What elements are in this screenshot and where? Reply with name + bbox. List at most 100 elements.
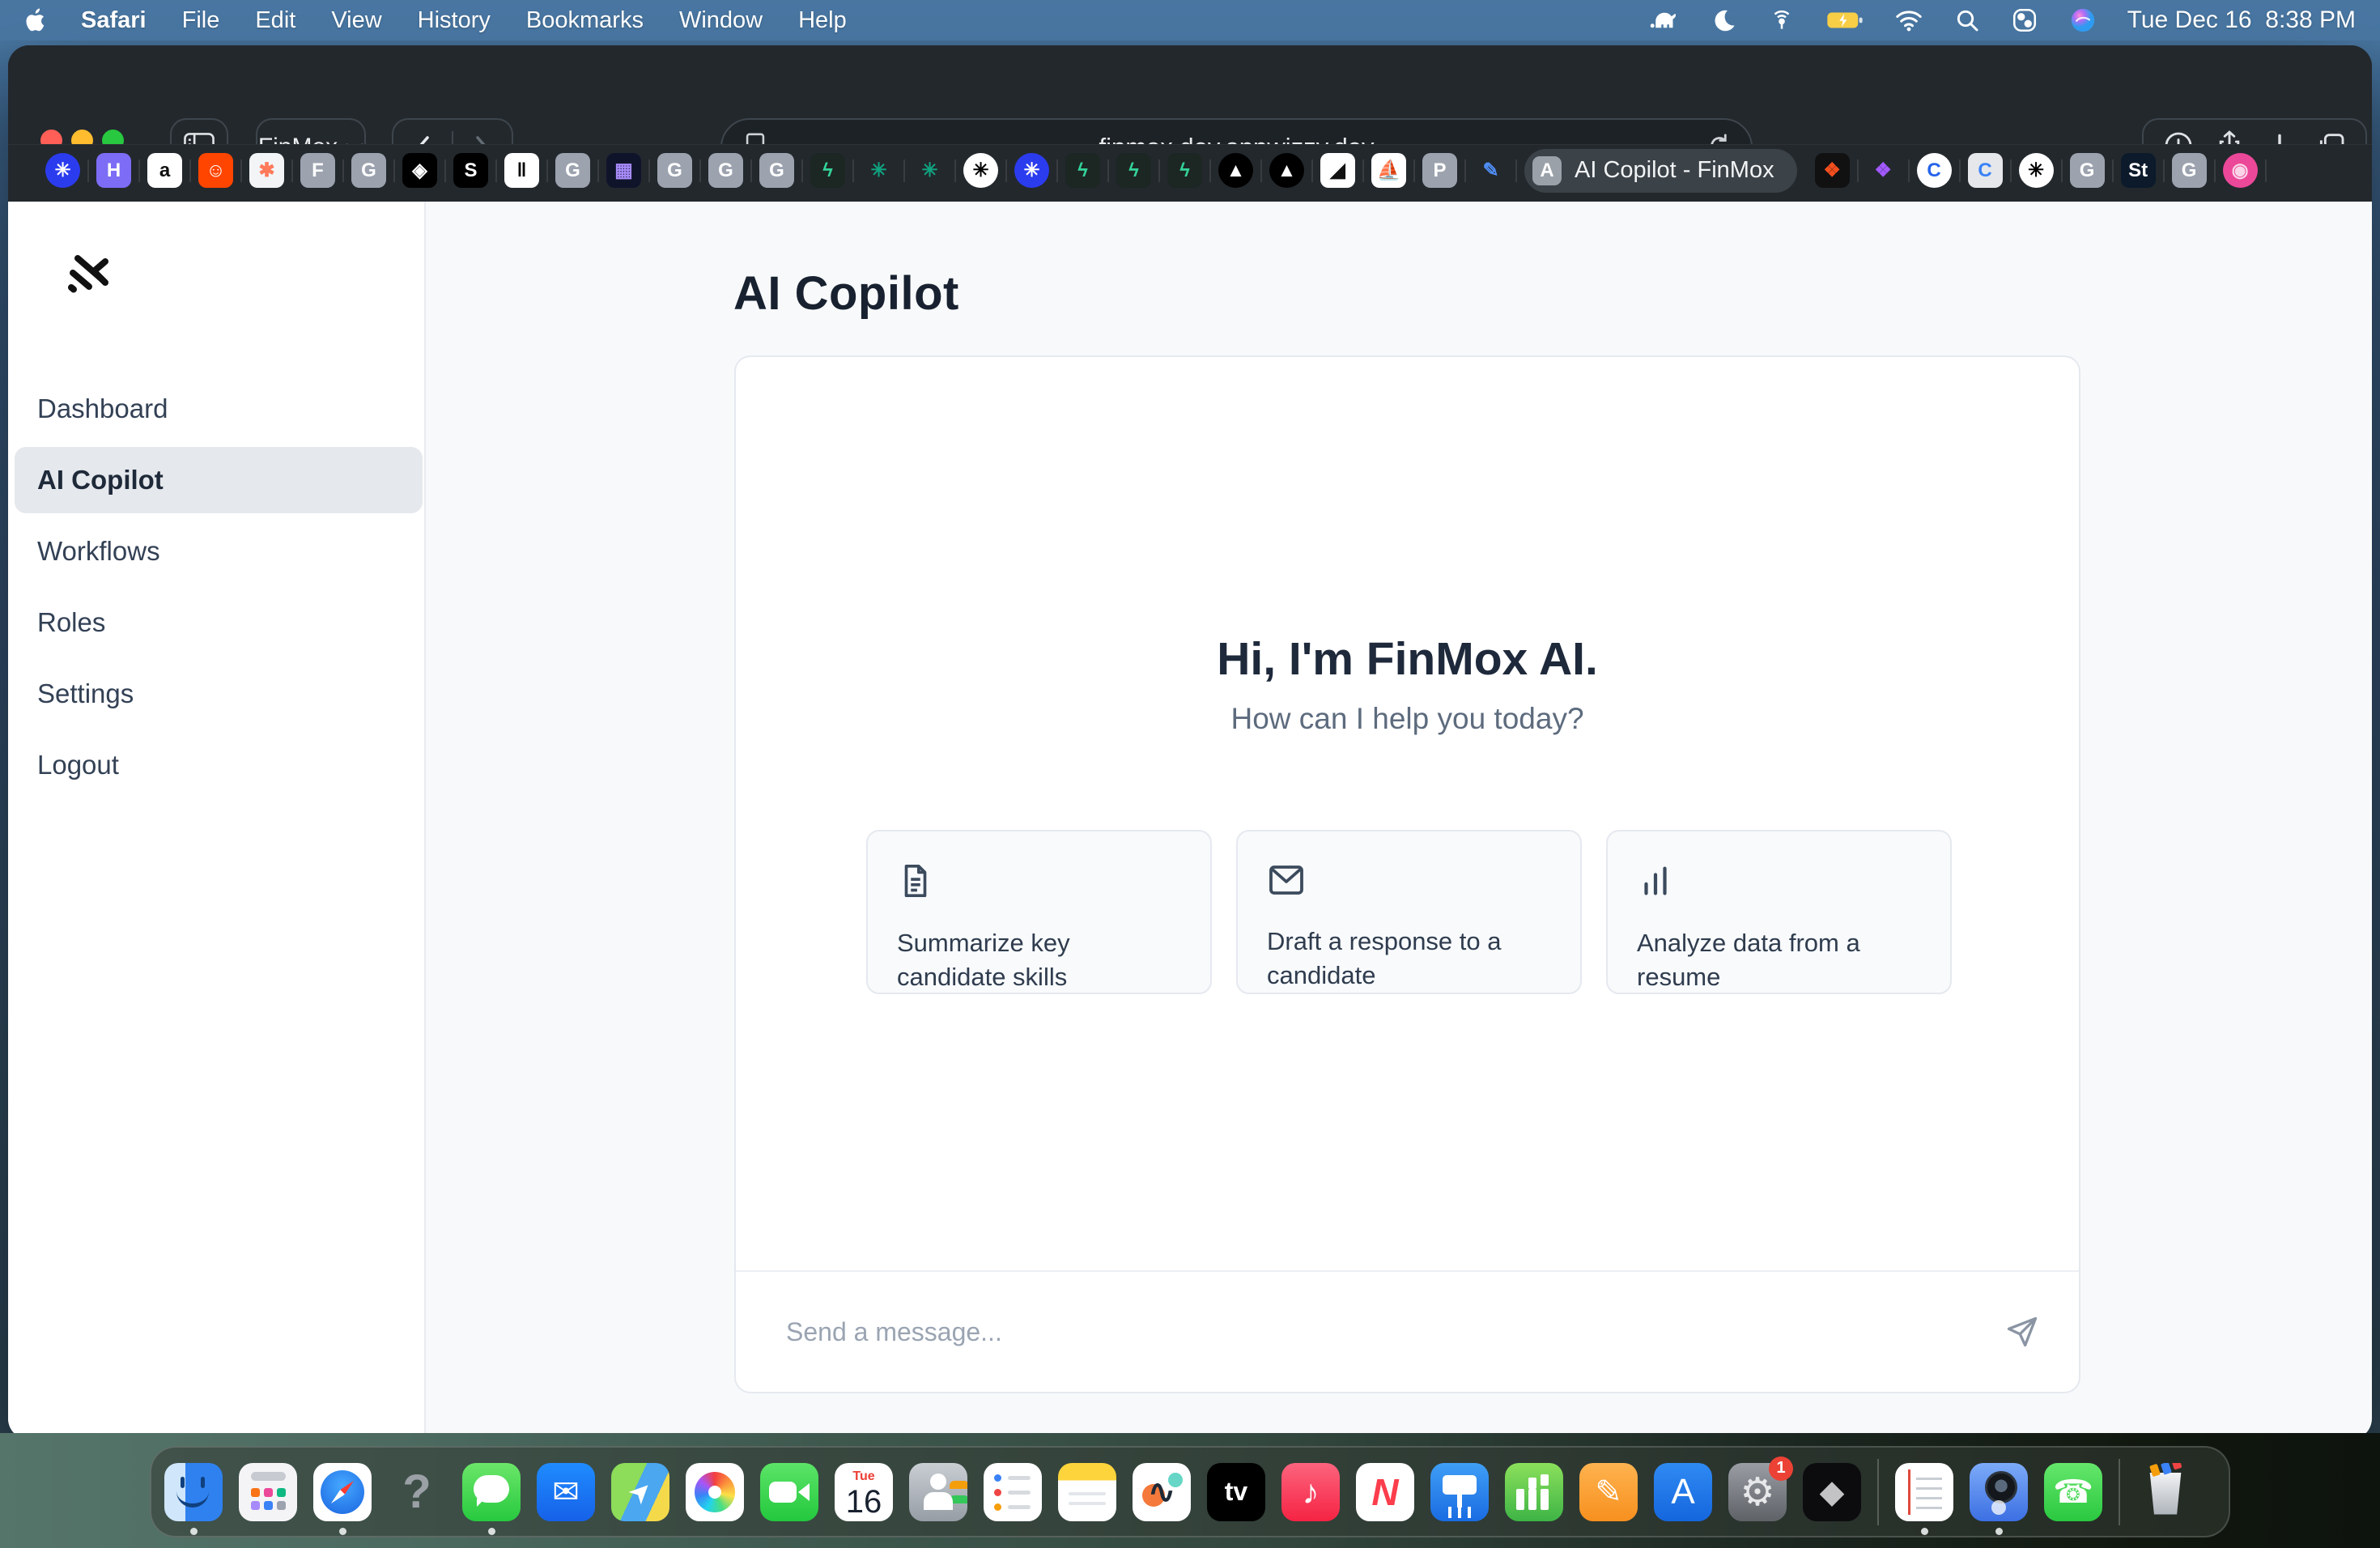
menu-help[interactable]: Help	[798, 7, 847, 34]
airplay-icon[interactable]	[1768, 6, 1796, 34]
freeform-icon[interactable]: ∿	[1133, 1463, 1191, 1521]
c-blue-favicon[interactable]: C	[1917, 153, 1952, 188]
active-tab-pill[interactable]: AAI Copilot - FinMox	[1524, 149, 1797, 193]
grid-dots-favicon[interactable]: ▦	[606, 153, 641, 188]
reminders-icon[interactable]	[984, 1463, 1042, 1521]
message-input[interactable]	[736, 1317, 2004, 1347]
triangle-favicon[interactable]: ▲	[1218, 153, 1253, 188]
finder-icon[interactable]	[164, 1463, 223, 1521]
triangle-favicon[interactable]: ▲	[1269, 153, 1304, 188]
bolt-favicon[interactable]: ϟ	[1167, 153, 1202, 188]
g-favicon[interactable]: G	[2070, 153, 2105, 188]
f-favicon[interactable]: F	[300, 153, 335, 188]
figma-favicon[interactable]: ❖	[1866, 153, 1901, 188]
sidebar-item-ai-copilot[interactable]: AI Copilot	[8, 444, 424, 516]
dribbble-favicon[interactable]: ◉	[2223, 153, 2258, 188]
apple-icon[interactable]	[24, 6, 49, 34]
pages-icon[interactable]: ✎	[1579, 1463, 1638, 1521]
trash-icon[interactable]	[2136, 1463, 2195, 1521]
menu-bookmarks[interactable]: Bookmarks	[526, 7, 644, 34]
s-script-favicon[interactable]: S	[453, 153, 488, 188]
g-favicon[interactable]: G	[708, 153, 743, 188]
menu-bar-clock[interactable]: Tue Dec 16 8:38 PM	[2127, 6, 2356, 34]
messages-icon[interactable]	[462, 1463, 521, 1521]
suggestion-card-1[interactable]: Summarize key candidate skills	[866, 830, 1212, 994]
news-icon[interactable]: N	[1356, 1463, 1414, 1521]
siri-icon[interactable]	[2069, 6, 2097, 34]
reddit-favicon[interactable]: ☺	[198, 153, 233, 188]
sidebar-item-logout[interactable]: Logout	[8, 729, 424, 801]
safari-icon[interactable]	[313, 1463, 372, 1521]
diamond-favicon[interactable]: ◈	[402, 153, 437, 188]
st-favicon[interactable]: St	[2121, 153, 2156, 188]
apple-tv-icon[interactable]: tv	[1207, 1463, 1265, 1521]
p-favicon[interactable]: P	[1422, 153, 1457, 188]
music-icon[interactable]: ♪	[1281, 1463, 1340, 1521]
h-app-favicon[interactable]: H	[96, 153, 131, 188]
bolt-favicon[interactable]: ϟ	[810, 153, 845, 188]
maps-icon[interactable]: ➤	[611, 1463, 669, 1521]
hubspot-favicon[interactable]: ✱	[249, 153, 284, 188]
wifi-icon[interactable]	[1894, 8, 1923, 32]
keynote-icon[interactable]	[1430, 1463, 1489, 1521]
missing-app-icon[interactable]: ?	[388, 1463, 446, 1521]
green-spiral-favicon[interactable]: ✳	[912, 153, 947, 188]
app-store-icon[interactable]: A	[1654, 1463, 1712, 1521]
send-icon[interactable]	[2004, 1314, 2040, 1350]
contacts-icon[interactable]	[909, 1463, 967, 1521]
spotlight-icon[interactable]	[1954, 7, 1980, 33]
bolt-favicon[interactable]: ϟ	[1116, 153, 1151, 188]
openai-white-favicon[interactable]: ✳	[963, 153, 998, 188]
menu-view[interactable]: View	[331, 7, 381, 34]
moon-icon[interactable]	[1711, 7, 1737, 33]
phone-icon[interactable]: ☎	[2044, 1463, 2102, 1521]
swoosh-favicon[interactable]: ◢	[1320, 153, 1355, 188]
sidebar-item-dashboard[interactable]: Dashboard	[8, 373, 424, 444]
g-favicon[interactable]: G	[555, 153, 590, 188]
facetime-icon[interactable]	[760, 1463, 818, 1521]
pause-favicon[interactable]: ‖	[504, 153, 539, 188]
sidebar-item-settings[interactable]: Settings	[8, 658, 424, 729]
sailboat-favicon[interactable]: ⛵	[1371, 153, 1406, 188]
openai-blue-favicon[interactable]: ✳	[45, 153, 80, 188]
g-favicon[interactable]: G	[657, 153, 692, 188]
camera-app-icon[interactable]	[1970, 1463, 2028, 1521]
c-light-favicon[interactable]: C	[1968, 153, 2003, 188]
notes-icon[interactable]	[1058, 1463, 1116, 1521]
amazon-favicon[interactable]: a	[147, 153, 182, 188]
prism-app-icon[interactable]: ◆	[1803, 1463, 1861, 1521]
control-center-icon[interactable]	[2011, 6, 2038, 34]
menu-history[interactable]: History	[418, 7, 491, 34]
menu-file[interactable]: File	[182, 7, 220, 34]
photos-icon[interactable]	[686, 1463, 744, 1521]
bolt-favicon[interactable]: ϟ	[1065, 153, 1100, 188]
calendar-icon[interactable]: Tue16	[835, 1463, 893, 1521]
reminders-icon-art	[984, 1463, 1042, 1521]
textedit-icon[interactable]	[1895, 1463, 1953, 1521]
numbers-icon[interactable]	[1505, 1463, 1563, 1521]
openai-blue-favicon[interactable]: ✳	[1014, 153, 1049, 188]
sidebar-item-roles[interactable]: Roles	[8, 587, 424, 658]
green-spiral-favicon[interactable]: ✳	[861, 153, 896, 188]
openai-white-favicon[interactable]: ✳	[2019, 153, 2054, 188]
menu-window[interactable]: Window	[679, 7, 763, 34]
suggestion-card-2[interactable]: Draft a response to a candidate	[1236, 830, 1582, 994]
elephant-icon[interactable]	[1648, 7, 1681, 33]
launchpad-icon[interactable]	[239, 1463, 297, 1521]
figma-dark-favicon[interactable]: ❖	[1815, 153, 1850, 188]
system-settings-icon[interactable]: ⚙1	[1728, 1463, 1787, 1521]
menu-edit[interactable]: Edit	[255, 7, 295, 34]
suggestion-card-3[interactable]: Analyze data from a resume	[1606, 830, 1952, 994]
mail-icon[interactable]: ✉	[537, 1463, 595, 1521]
menu-safari[interactable]: Safari	[81, 7, 147, 34]
figma-dark-favicon-glyph: ❖	[1815, 153, 1850, 188]
pen-favicon[interactable]: ✎	[1473, 153, 1508, 188]
triangle-favicon-glyph: ▲	[1218, 153, 1253, 188]
sidebar-item-workflows[interactable]: Workflows	[8, 516, 424, 587]
calendar-weekday: Tue	[852, 1469, 874, 1485]
g-favicon[interactable]: G	[2172, 153, 2207, 188]
phone-icon-art: ☎	[2044, 1463, 2102, 1521]
battery-charging-icon[interactable]	[1826, 10, 1864, 31]
g-favicon[interactable]: G	[351, 153, 386, 188]
g-favicon[interactable]: G	[759, 153, 794, 188]
